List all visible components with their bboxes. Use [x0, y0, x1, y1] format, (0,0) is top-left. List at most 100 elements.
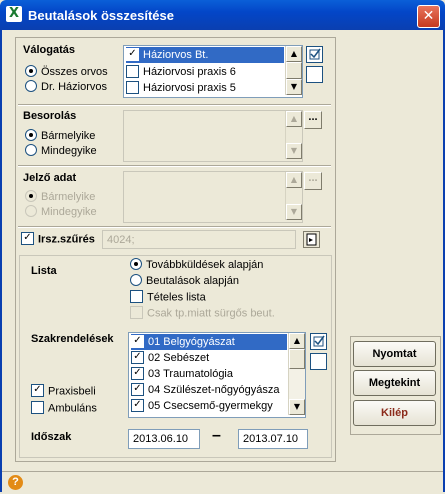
checkbox-icon: ✓	[131, 398, 144, 412]
radio-indicator	[25, 129, 37, 142]
radio-beutalasok[interactable]: Beutalások alapján	[130, 274, 239, 287]
select-all-szakrend-icon[interactable]	[310, 333, 327, 350]
besorolas-list[interactable]: ▲ ▼	[123, 110, 303, 162]
checkbox-icon: ✓	[131, 350, 144, 364]
checkbox-label: Csak tp.miatt sürgős beut.	[147, 307, 275, 320]
radio-besorolas-barmelyike[interactable]: Bármelyike	[25, 129, 96, 142]
radio-label: Mindegyike	[41, 206, 97, 218]
radio-besorolas-mindegyike[interactable]: Mindegyike	[25, 144, 97, 157]
jelzo-label: Jelző adat	[23, 172, 77, 184]
checkbox-icon	[130, 306, 143, 319]
surgos-beut-checkbox: Csak tp.miatt sürgős beut.	[130, 306, 275, 320]
kilep-button[interactable]: Kilép	[353, 400, 436, 426]
radio-osszes-orvos[interactable]: Összes orvos	[25, 65, 108, 78]
scrollbar: ▲ ▼	[285, 111, 302, 159]
besorolas-label: Besorolás	[23, 110, 77, 122]
radio-jelzo-barmelyike: Bármelyike	[25, 190, 96, 203]
checkbox-icon: ✓	[126, 47, 139, 61]
scroll-down-icon: ▼	[286, 204, 302, 220]
scroll-thumb[interactable]	[286, 62, 302, 79]
list-item[interactable]: ✓ 04 Szülészet-nőgyógyásza	[131, 382, 279, 398]
radio-label: Bármelyike	[41, 130, 96, 142]
scroll-up-icon: ▲	[286, 111, 302, 127]
list-item[interactable]: ✓ Háziorvos Bt.	[126, 47, 284, 63]
irsz-checkbox[interactable]: ✓ Irsz.szűrés	[21, 232, 95, 246]
radio-label: Mindegyike	[41, 145, 97, 157]
besorolas-browse-button[interactable]: ...	[304, 111, 322, 129]
list-item[interactable]: ✓ 03 Traumatológia	[131, 366, 233, 382]
scroll-down-icon: ▼	[286, 143, 302, 159]
radio-label: Bármelyike	[41, 191, 96, 203]
radio-label: Összes orvos	[41, 66, 108, 78]
radio-indicator	[130, 274, 142, 287]
radio-label: Beutalások alapján	[146, 275, 239, 287]
szakrend-label: Szakrendelések	[31, 333, 114, 345]
scroll-up-icon: ▲	[286, 172, 302, 188]
radio-indicator	[130, 258, 142, 271]
radio-label: Továbbküldések alapján	[146, 259, 264, 271]
date-from-input[interactable]: 2013.06.10	[128, 429, 200, 449]
scroll-up-icon[interactable]: ▲	[286, 46, 302, 62]
date-range-dash: –	[212, 427, 221, 444]
nyomtat-button[interactable]: Nyomtat	[353, 341, 436, 367]
checkbox-icon	[31, 401, 44, 414]
app-icon: X	[6, 6, 22, 22]
select-all-icon[interactable]	[306, 46, 323, 63]
jelzo-browse-button: ...	[304, 172, 322, 190]
tetelesz-lista-checkbox[interactable]: Tételes lista	[130, 290, 206, 304]
idoszak-label: Időszak	[31, 431, 72, 443]
scrollbar[interactable]: ▲ ▼	[285, 46, 302, 95]
irsz-edit-icon[interactable]	[303, 231, 320, 248]
scroll-thumb[interactable]	[289, 349, 305, 369]
radio-indicator	[25, 65, 37, 78]
divider	[18, 226, 331, 228]
radio-tovabbkuldesek[interactable]: Továbbküldések alapján	[130, 258, 264, 271]
radio-indicator	[25, 205, 37, 218]
checkbox-label: Praxisbeli	[48, 385, 96, 398]
list-item[interactable]: Háziorvosi praxis 6	[126, 64, 236, 80]
radio-dr-haziorvos[interactable]: Dr. Háziorvos	[25, 80, 108, 93]
deselect-all-icon[interactable]	[306, 66, 323, 83]
checkbox-icon	[126, 80, 139, 94]
scrollbar: ▲ ▼	[285, 172, 302, 220]
szakrend-list[interactable]: ✓ 01 Belgyógyászat ✓ 02 Sebészet ✓ 03 Traum…	[128, 332, 306, 418]
praxisbeli-checkbox[interactable]: ✓ Praxisbeli	[31, 384, 96, 398]
scroll-down-icon[interactable]: ▼	[289, 399, 305, 415]
radio-indicator	[25, 190, 37, 203]
scrollbar[interactable]: ▲ ▼	[288, 333, 305, 415]
checkbox-icon	[126, 64, 139, 78]
irsz-input: 4024;	[102, 230, 296, 249]
list-item[interactable]: ✓ 05 Csecsemő-gyermekgy	[131, 398, 273, 414]
checkbox-icon: ✓	[131, 366, 144, 380]
jelzo-list: ▲ ▼	[123, 171, 303, 223]
checkbox-icon	[130, 290, 143, 303]
date-to-input[interactable]: 2013.07.10	[238, 429, 308, 449]
divider	[18, 104, 331, 106]
megtekint-button[interactable]: Megtekint	[353, 370, 436, 396]
checkbox-icon: ✓	[21, 232, 34, 245]
lista-label: Lista	[31, 265, 57, 277]
radio-indicator	[25, 80, 37, 93]
checkbox-label: Tételes lista	[147, 291, 206, 304]
checkbox-icon: ✓	[31, 384, 44, 397]
list-item[interactable]: Háziorvosi praxis 5	[126, 80, 236, 96]
close-button[interactable]: ✕	[417, 5, 440, 28]
title-bar: X Beutalások összesítése ✕	[0, 0, 445, 30]
checkbox-label: Ambuláns	[48, 402, 97, 415]
scroll-down-icon[interactable]: ▼	[286, 79, 302, 95]
valogatas-label: Válogatás	[23, 44, 75, 56]
list-item[interactable]: ✓ 01 Belgyógyászat	[131, 334, 287, 350]
orvos-list[interactable]: ✓ Háziorvos Bt. Háziorvosi praxis 6 Házio…	[123, 45, 303, 98]
radio-jelzo-mindegyike: Mindegyike	[25, 205, 97, 218]
scroll-up-icon[interactable]: ▲	[289, 333, 305, 349]
list-item[interactable]: ✓ 02 Sebészet	[131, 350, 209, 366]
irsz-label: Irsz.szűrés	[38, 233, 95, 246]
help-icon[interactable]: ?	[8, 475, 23, 490]
deselect-all-szakrend-icon[interactable]	[310, 353, 327, 370]
divider	[18, 165, 331, 167]
radio-label: Dr. Háziorvos	[41, 81, 108, 93]
ambulans-checkbox[interactable]: Ambuláns	[31, 401, 97, 415]
window-title: Beutalások összesítése	[28, 8, 174, 23]
checkbox-icon: ✓	[131, 334, 144, 348]
checkbox-icon: ✓	[131, 382, 144, 396]
